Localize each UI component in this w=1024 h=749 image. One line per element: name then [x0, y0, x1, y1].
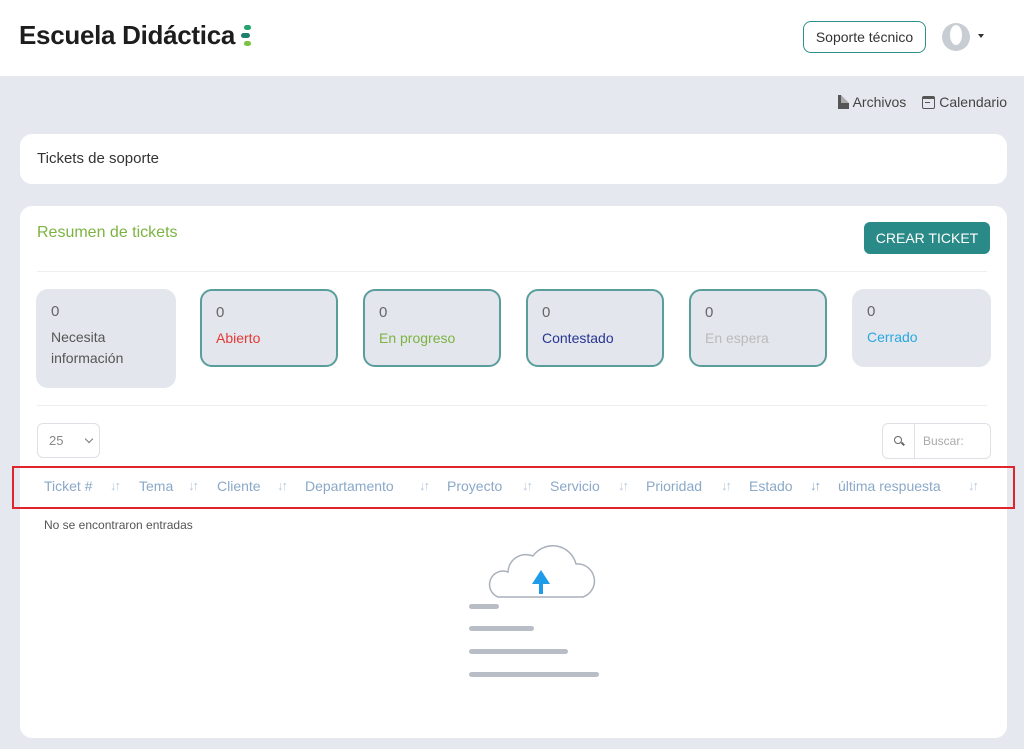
status-card-open[interactable]: 0 Abierto	[200, 289, 338, 367]
column-ticket-number[interactable]: Ticket #	[44, 478, 93, 494]
status-count: 0	[216, 304, 225, 321]
status-label: Abierto	[216, 330, 261, 346]
search-input[interactable]	[915, 424, 990, 458]
files-link-label: Archivos	[852, 94, 907, 110]
logo-mark-icon	[239, 22, 253, 50]
tickets-card: Resumen de tickets CREAR TICKET 0 Necesi…	[20, 206, 1007, 738]
status-card-closed[interactable]: 0 Cerrado	[852, 289, 991, 367]
sort-icon[interactable]: ↓↑	[188, 478, 199, 493]
logo[interactable]: Escuela Didáctica	[19, 20, 253, 51]
create-ticket-button[interactable]: CREAR TICKET	[864, 222, 990, 254]
column-department[interactable]: Departamento	[305, 478, 394, 494]
column-last-reply[interactable]: última respuesta	[838, 478, 941, 494]
status-card-answered[interactable]: 0 Contestado	[526, 289, 664, 367]
logo-text: Escuela Didáctica	[19, 20, 236, 50]
status-card-needs-info[interactable]: 0 Necesita información	[36, 289, 176, 388]
sort-icon[interactable]: ↓↑	[110, 478, 121, 493]
user-avatar-icon[interactable]	[942, 23, 970, 51]
line-placeholder	[469, 672, 599, 677]
files-link[interactable]: Archivos	[837, 94, 907, 110]
status-count: 0	[867, 303, 876, 320]
line-placeholder	[469, 649, 568, 654]
status-card-on-hold[interactable]: 0 En espera	[689, 289, 827, 367]
page-title-card: Tickets de soporte	[20, 134, 1007, 184]
chevron-down-icon	[84, 434, 94, 444]
page-title: Tickets de soporte	[37, 150, 159, 167]
status-label: En espera	[705, 330, 769, 346]
table-header: Ticket # ↓↑ Tema ↓↑ Cliente ↓↑ Departame…	[20, 466, 1007, 506]
empty-state-illustration	[469, 544, 599, 677]
line-placeholder	[469, 626, 534, 631]
status-label: Contestado	[542, 330, 614, 346]
search-box	[882, 423, 991, 459]
file-icon	[837, 95, 849, 109]
status-count: 0	[379, 304, 388, 321]
sort-icon[interactable]: ↓↑	[522, 478, 533, 493]
status-label: Cerrado	[867, 329, 918, 345]
page-length-select[interactable]: 25	[37, 423, 100, 458]
quick-links: Archivos Calendario	[837, 94, 1007, 110]
calendar-link[interactable]: Calendario	[922, 94, 1007, 110]
column-client[interactable]: Cliente	[217, 478, 261, 494]
calendar-icon	[922, 95, 936, 109]
sort-icon[interactable]: ↓↑	[968, 478, 979, 493]
sort-desc-icon[interactable]: ↓↑	[810, 478, 821, 493]
page-length-value: 25	[49, 433, 64, 448]
column-service[interactable]: Servicio	[550, 478, 600, 494]
column-priority[interactable]: Prioridad	[646, 478, 702, 494]
status-label: En progreso	[379, 330, 456, 346]
sort-icon[interactable]: ↓↑	[277, 478, 288, 493]
line-placeholder	[469, 604, 499, 609]
status-count: 0	[51, 303, 60, 320]
sort-icon[interactable]: ↓↑	[721, 478, 732, 493]
status-count: 0	[542, 304, 551, 321]
sort-icon[interactable]: ↓↑	[419, 478, 430, 493]
divider	[37, 271, 987, 272]
support-button[interactable]: Soporte técnico	[803, 21, 926, 53]
sort-icon[interactable]: ↓↑	[618, 478, 629, 493]
status-card-in-progress[interactable]: 0 En progreso	[363, 289, 501, 367]
divider	[37, 405, 987, 406]
status-count: 0	[705, 304, 714, 321]
empty-table-message: No se encontraron entradas	[44, 518, 193, 532]
status-label: Necesita información	[51, 329, 124, 366]
column-project[interactable]: Proyecto	[447, 478, 502, 494]
column-subject[interactable]: Tema	[139, 478, 173, 494]
search-icon[interactable]	[883, 424, 915, 458]
column-status[interactable]: Estado	[749, 478, 793, 494]
caret-down-icon[interactable]	[978, 34, 984, 38]
top-navbar: Escuela Didáctica Soporte técnico	[0, 0, 1024, 76]
summary-title: Resumen de tickets	[37, 224, 178, 241]
calendar-link-label: Calendario	[939, 94, 1007, 110]
